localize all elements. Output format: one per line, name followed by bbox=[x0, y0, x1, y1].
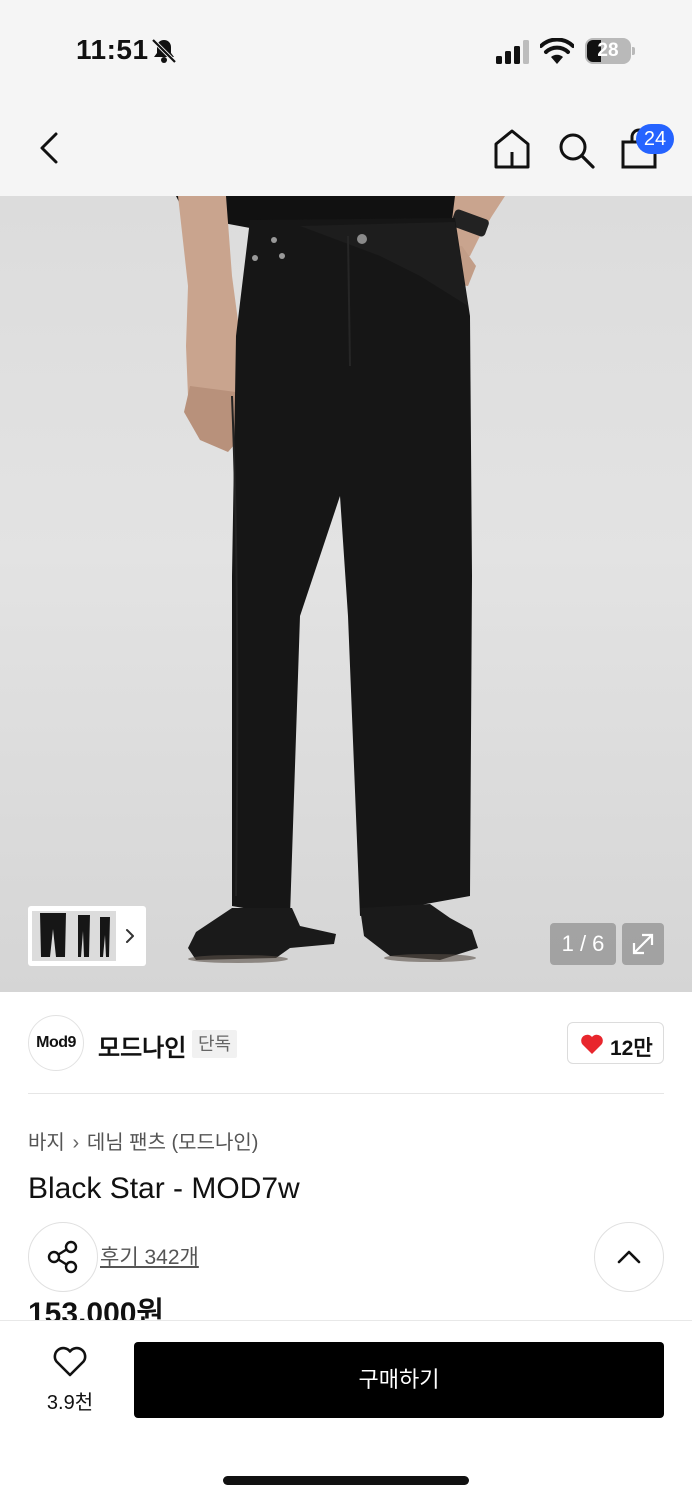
scroll-top-button[interactable] bbox=[594, 1222, 664, 1292]
product-photo bbox=[176, 196, 505, 963]
divider bbox=[28, 1093, 664, 1094]
breadcrumb-subcategory[interactable]: 데님 팬츠 (모드나인) bbox=[87, 1132, 259, 1154]
brand-logo[interactable]: Mod9 bbox=[28, 1015, 84, 1071]
share-button[interactable] bbox=[28, 1222, 98, 1292]
signal-icon bbox=[496, 40, 529, 64]
product-image-gallery[interactable]: 1 / 6 bbox=[0, 196, 692, 992]
bell-slash-icon bbox=[151, 38, 177, 64]
status-time: 11:51 bbox=[76, 34, 149, 65]
home-indicator[interactable] bbox=[223, 1476, 469, 1485]
heart-outline-icon bbox=[53, 1346, 87, 1377]
fullscreen-button[interactable] bbox=[622, 923, 664, 965]
thumbnail-strip[interactable] bbox=[28, 906, 146, 966]
share-icon bbox=[47, 1240, 78, 1274]
home-icon[interactable] bbox=[492, 128, 532, 170]
exclusive-tag: 단독 bbox=[192, 1030, 238, 1058]
top-nav-bar bbox=[0, 100, 692, 196]
wishlist-button[interactable]: 3.9천 bbox=[28, 1340, 112, 1420]
brand-like-count: 12만 bbox=[610, 1037, 653, 1060]
brand-like-button[interactable]: 12만 bbox=[567, 1022, 664, 1064]
expand-icon bbox=[632, 933, 654, 955]
reviews-link[interactable]: 후기 342개 bbox=[100, 1241, 199, 1271]
heart-filled-icon bbox=[581, 1034, 603, 1054]
thumbnail-image bbox=[32, 911, 116, 961]
chevron-up-icon bbox=[617, 1250, 641, 1264]
breadcrumb-category[interactable]: 바지 bbox=[28, 1132, 65, 1154]
wifi-icon bbox=[540, 38, 574, 64]
back-icon[interactable] bbox=[32, 130, 68, 166]
cart-count-badge: 24 bbox=[636, 124, 674, 154]
breadcrumb-separator-icon: › bbox=[72, 1132, 80, 1154]
status-bar: 11:51 28 bbox=[0, 0, 692, 100]
battery-icon: 28 bbox=[585, 38, 635, 64]
image-counter: 1 / 6 bbox=[550, 923, 616, 965]
product-title: Black Star - MOD7w bbox=[28, 1172, 300, 1205]
breadcrumb: 바지 › 데님 팬츠 (모드나인) bbox=[28, 1126, 258, 1155]
buy-button[interactable]: 구매하기 bbox=[134, 1342, 664, 1418]
brand-name[interactable]: 모드나인 bbox=[98, 1028, 186, 1063]
battery-level: 28 bbox=[597, 40, 619, 61]
wishlist-count: 3.9천 bbox=[46, 1392, 94, 1414]
search-icon[interactable] bbox=[556, 130, 596, 170]
chevron-right-icon bbox=[126, 929, 134, 943]
